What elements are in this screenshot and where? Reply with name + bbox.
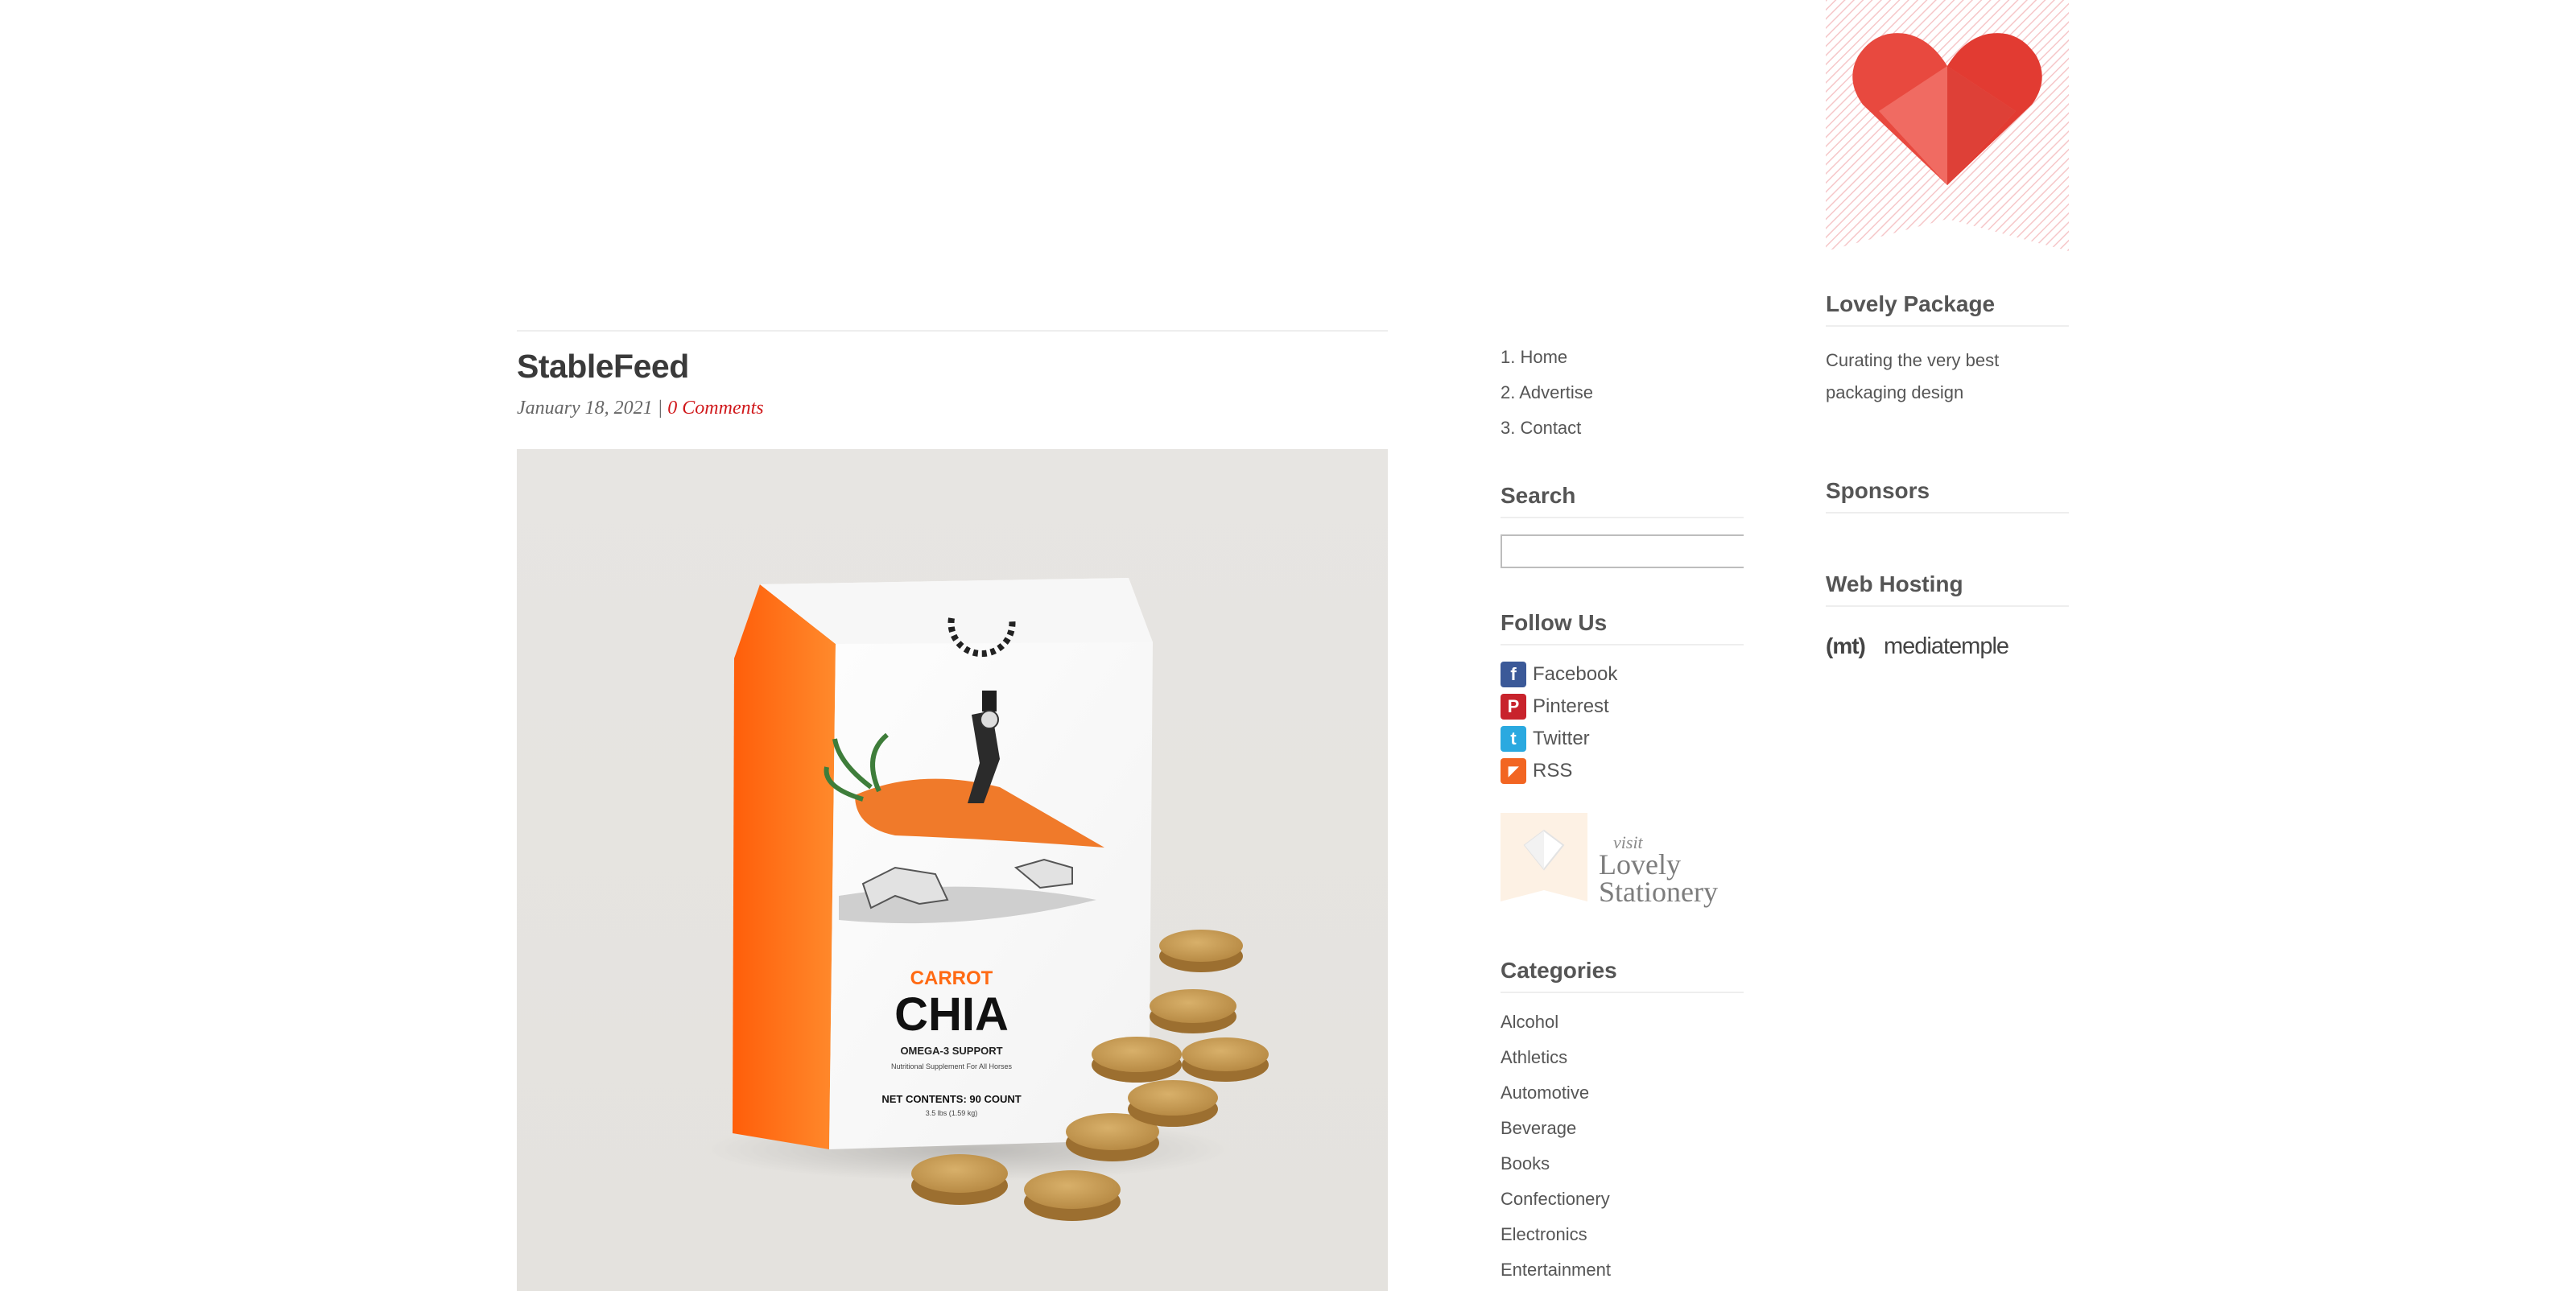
box-subtitle-text: OMEGA-3 SUPPORT: [900, 1045, 1002, 1057]
follow-twitter-link[interactable]: t Twitter: [1501, 723, 1744, 755]
category-alcohol[interactable]: Alcohol: [1501, 1004, 1744, 1040]
category-books[interactable]: Books: [1501, 1146, 1744, 1182]
category-athletics[interactable]: Athletics: [1501, 1040, 1744, 1075]
stationery-line2-text: Stationery: [1599, 876, 1718, 908]
follow-label: Pinterest: [1533, 695, 1609, 717]
follow-rss-link[interactable]: ◤ RSS: [1501, 755, 1744, 787]
main-nav: 1. Home 2. Advertise 3. Contact: [1501, 340, 1744, 446]
web-hosting-heading: Web Hosting: [1826, 571, 2069, 607]
category-entertainment[interactable]: Entertainment: [1501, 1252, 1744, 1288]
box-name-text: CHIA: [894, 988, 1009, 1041]
search-heading: Search: [1501, 483, 1744, 518]
follow-us-list: f Facebook P Pinterest t Twitter ◤ RSS: [1501, 658, 1744, 787]
post-meta: January 18, 2021 | 0 Comments: [517, 398, 764, 419]
follow-pinterest-link[interactable]: P Pinterest: [1501, 691, 1744, 723]
follow-label: RSS: [1533, 760, 1573, 782]
category-automotive[interactable]: Automotive: [1501, 1075, 1744, 1111]
facebook-icon: f: [1501, 662, 1526, 687]
site-description: Curating the very best packaging design: [1826, 350, 2000, 402]
box-note-text: Nutritional Supplement For All Horses: [891, 1062, 1013, 1070]
post-image[interactable]: CARROT CHIA OMEGA-3 SUPPORT Nutritional …: [517, 449, 1388, 1291]
category-confectionery[interactable]: Confectionery: [1501, 1182, 1744, 1217]
follow-label: Twitter: [1533, 728, 1590, 749]
mediatemple-wordmark: mediatemple: [1884, 633, 2008, 659]
box-net-text: NET CONTENTS: 90 COUNT: [881, 1093, 1021, 1105]
categories-heading: Categories: [1501, 958, 1744, 993]
nav-item-advertise[interactable]: 2. Advertise: [1501, 375, 1744, 410]
sponsors-heading: Sponsors: [1826, 478, 2069, 514]
main-divider: [517, 330, 1388, 332]
rss-icon: ◤: [1501, 758, 1526, 784]
mediatemple-logo[interactable]: (mt) mediatemple: [1826, 625, 2069, 663]
follow-facebook-link[interactable]: f Facebook: [1501, 658, 1744, 691]
comments-link[interactable]: 0 Comments: [667, 398, 763, 419]
pinterest-icon: P: [1501, 694, 1526, 720]
lovely-stationery-banner[interactable]: visit Lovely Stationery: [1501, 813, 1744, 909]
category-beverage[interactable]: Beverage: [1501, 1111, 1744, 1146]
box-side: [733, 584, 836, 1149]
categories-list: Alcohol Athletics Automotive Beverage Bo…: [1501, 1004, 1744, 1288]
post-title[interactable]: StableFeed: [517, 348, 689, 386]
meta-separator: |: [657, 398, 663, 419]
follow-us-heading: Follow Us: [1501, 610, 1744, 646]
box-flavor-text: CARROT: [910, 967, 993, 989]
lovely-package-heading: Lovely Package: [1826, 291, 2069, 327]
search-input[interactable]: [1501, 534, 1744, 568]
site-logo[interactable]: [1826, 0, 2069, 251]
follow-label: Facebook: [1533, 663, 1618, 685]
nav-item-contact[interactable]: 3. Contact: [1501, 410, 1744, 446]
box-weight-text: 3.5 lbs (1.59 kg): [926, 1109, 978, 1117]
post-date: January 18, 2021: [517, 398, 653, 419]
nav-item-home[interactable]: 1. Home: [1501, 340, 1744, 375]
category-electronics[interactable]: Electronics: [1501, 1217, 1744, 1252]
twitter-icon: t: [1501, 726, 1526, 752]
mediatemple-prefix: (mt): [1826, 633, 1865, 658]
